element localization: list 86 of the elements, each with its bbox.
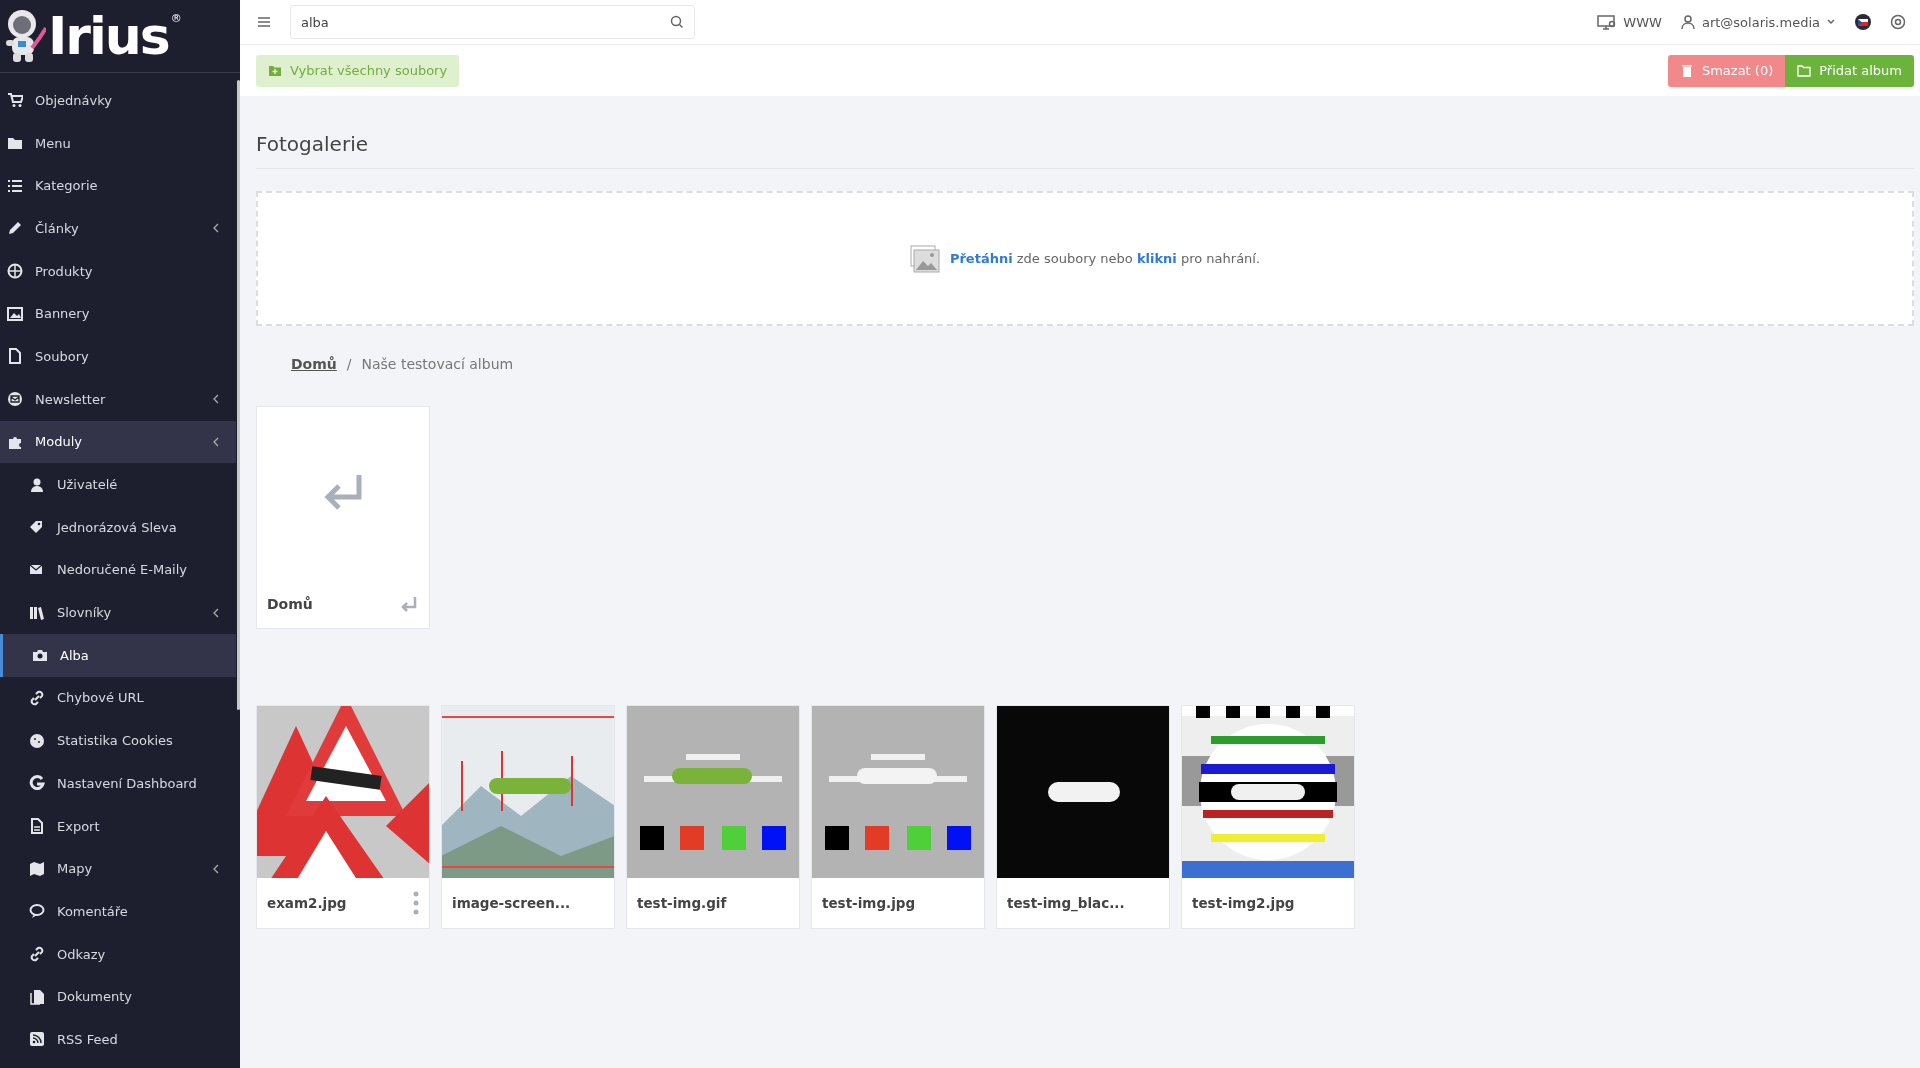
- folder-icon: [1797, 63, 1812, 78]
- sidebar-item[interactable]: Nedoručené E-Maily: [0, 548, 236, 592]
- map-icon: [29, 860, 45, 877]
- image-icon: [909, 244, 940, 273]
- file-icon: [7, 348, 23, 365]
- sidebar-item[interactable]: Kategorie: [0, 164, 236, 208]
- file-name: test-img2.jpg: [1192, 895, 1295, 911]
- monitor-icon[interactable]: [1597, 14, 1618, 30]
- user-menu[interactable]: art@solaris.media: [1701, 14, 1820, 30]
- image-card[interactable]: test-img.jpg: [811, 705, 985, 929]
- search-icon[interactable]: [669, 14, 685, 30]
- user-icon[interactable]: [1679, 14, 1696, 30]
- image-card[interactable]: image-screen...: [441, 705, 615, 929]
- user-icon: [29, 476, 45, 493]
- document-icon: [29, 818, 45, 835]
- chevron-icon: [212, 223, 220, 234]
- folder-icon: [7, 135, 23, 152]
- sidebar-item[interactable]: Soubory: [0, 335, 236, 378]
- tag-icon: [29, 519, 45, 536]
- file-name: test-img.jpg: [822, 895, 916, 911]
- sidebar-item[interactable]: Moduly: [0, 420, 236, 464]
- image-card[interactable]: test-img2.jpg: [1181, 705, 1355, 929]
- list-icon: [7, 177, 23, 194]
- image-icon: [7, 305, 23, 322]
- sidebar-item[interactable]: Bannery: [0, 292, 236, 336]
- trash-icon: [1679, 63, 1694, 78]
- image-card[interactable]: test-img_blac...: [996, 705, 1170, 929]
- sidebar-item[interactable]: Newsletter: [0, 377, 236, 421]
- breadcrumb-separator: /: [346, 356, 352, 374]
- folder-plus-icon: [268, 63, 282, 78]
- www-link[interactable]: WWW: [1623, 14, 1662, 30]
- breadcrumb-link[interactable]: Domů: [291, 356, 337, 374]
- sidebar-item[interactable]: Alba: [0, 633, 236, 677]
- books-icon: [29, 604, 45, 621]
- ball-icon: [7, 263, 23, 280]
- chat-icon: [29, 903, 45, 920]
- pencil-icon: [7, 220, 23, 237]
- file-icon: [29, 988, 45, 1005]
- sidebar-item[interactable]: Jednorázová Sleva: [0, 505, 236, 549]
- upload-dropzone[interactable]: Přetáhni zde soubory nebo klikni pro nahrání.: [256, 191, 1914, 326]
- file-name: test-img_blac...: [1007, 895, 1125, 911]
- sidebar-item[interactable]: Export: [0, 804, 236, 848]
- sidebar-item[interactable]: Produkty: [0, 249, 236, 293]
- file-name: image-screen...: [452, 895, 571, 911]
- sidebar-item[interactable]: Odkazy: [0, 932, 236, 976]
- search-field[interactable]: alba: [290, 5, 695, 39]
- cart-icon: [7, 92, 23, 109]
- file-name: test-img.gif: [637, 895, 727, 911]
- flag-globe-icon[interactable]: [1854, 13, 1872, 31]
- menu-icon[interactable]: [256, 14, 272, 30]
- chevron-icon: [212, 394, 220, 405]
- image-card[interactable]: exam2.jpg: [256, 705, 430, 929]
- sidebar-item[interactable]: Statistika Cookies: [0, 719, 236, 762]
- upload-hint: Přetáhni zde soubory nebo klikni pro nahrání.: [949, 251, 1261, 266]
- rss-icon: [29, 1031, 45, 1048]
- chevron-icon: [212, 863, 220, 874]
- folder-card[interactable]: Domů: [256, 406, 430, 629]
- sidebar-item[interactable]: Komentáře: [0, 890, 236, 933]
- breadcrumb-current: Naše testovací album: [361, 356, 514, 374]
- logo-text: Irius: [48, 10, 169, 62]
- sidebar-item[interactable]: Menu: [0, 121, 236, 165]
- sidebar-item[interactable]: Objednávky: [0, 79, 236, 122]
- link-icon: [29, 689, 45, 706]
- arc-icon: [29, 775, 45, 792]
- sidebar-item[interactable]: Slovníky: [0, 591, 236, 634]
- scrollbar[interactable]: [237, 80, 240, 710]
- chevron-icon: [212, 436, 220, 447]
- registered-mark: ®: [170, 12, 182, 25]
- image-card[interactable]: test-img.gif: [626, 705, 800, 929]
- envelope-icon: [7, 391, 23, 408]
- folder-name: Domů: [267, 596, 313, 612]
- chevron-icon: [212, 607, 220, 618]
- cookie-icon: [29, 732, 45, 749]
- sidebar-item[interactable]: Dokumenty: [0, 975, 236, 1019]
- link-icon: [29, 946, 45, 963]
- file-name: exam2.jpg: [267, 895, 347, 911]
- camera-icon: [32, 647, 48, 664]
- sidebar-item[interactable]: Články: [0, 207, 236, 250]
- sidebar-item[interactable]: Nastavení Dashboard: [0, 762, 236, 805]
- sidebar-item[interactable]: RSS Feed: [0, 1018, 236, 1061]
- page-title: Fotogalerie: [256, 96, 1914, 169]
- astronaut-drawing: [4, 8, 46, 64]
- return-arrow-icon: [399, 594, 419, 614]
- sidebar-item[interactable]: Mapy: [0, 847, 236, 891]
- sidebar-item[interactable]: Chybové URL: [0, 676, 236, 720]
- sidebar-item[interactable]: Uživatelé: [0, 463, 236, 506]
